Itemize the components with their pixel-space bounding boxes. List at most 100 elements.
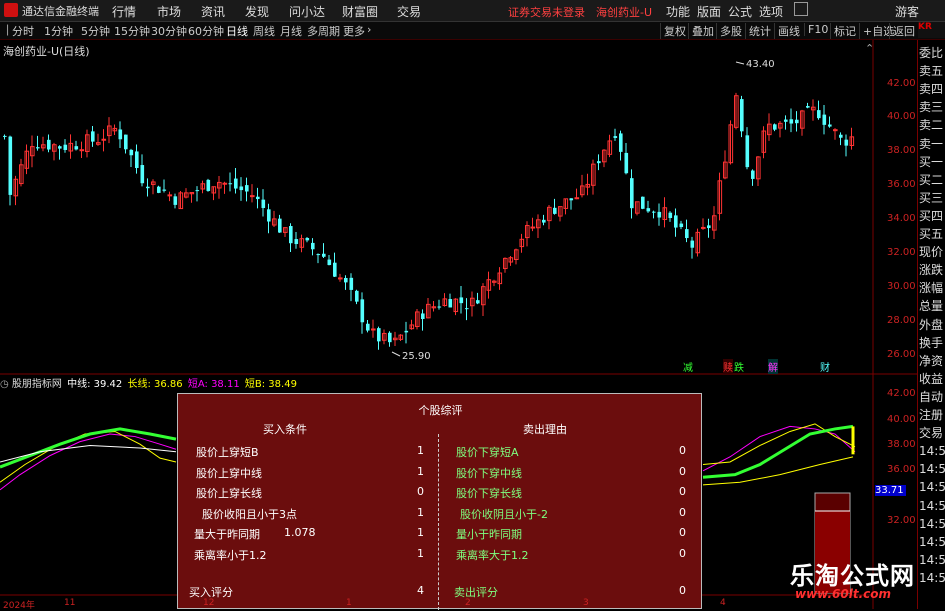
sidebar-item[interactable]: 净资 [919, 354, 943, 368]
sidebar-item[interactable]: 14:5 [919, 462, 945, 476]
btn-restore-rights[interactable]: 复权 [660, 23, 689, 39]
marker-redeem[interactable]: 赎 [723, 359, 733, 374]
sidebar-item[interactable]: 注册 [919, 408, 943, 422]
period-1min[interactable]: 1分钟 [44, 23, 73, 39]
btn-multi-stock[interactable]: 多股 [716, 23, 745, 39]
menu-news[interactable]: 资讯 [201, 3, 225, 20]
period-weekly[interactable]: 周线 [253, 23, 275, 39]
sidebar-item[interactable]: 卖五 [919, 64, 943, 78]
btn-statistics[interactable]: 统计 [745, 23, 774, 39]
indicator-chang: 长线: 36.86 [127, 379, 183, 390]
sidebar-item[interactable]: 14:5 [919, 480, 945, 494]
menu-function[interactable]: 功能 [666, 3, 690, 20]
candle-body [250, 195, 255, 198]
sidebar-item[interactable]: 外盘 [919, 318, 943, 332]
candle-body [839, 134, 843, 138]
sidebar-item[interactable]: 买二 [919, 173, 943, 187]
candle-body [206, 179, 211, 191]
sidebar-item[interactable]: 买五 [919, 227, 943, 241]
login-alert[interactable]: 证券交易未登录 [508, 4, 585, 20]
sidebar-item[interactable]: 委比 [919, 46, 943, 60]
candle-body [167, 194, 173, 197]
marker-unlock[interactable]: 解 [768, 359, 778, 374]
sidebar-item[interactable]: 14:5 [919, 535, 945, 549]
minimize-box-icon[interactable] [794, 2, 808, 16]
marker-fall[interactable]: 跌 [734, 359, 744, 374]
candle-body [740, 99, 744, 132]
sidebar-item[interactable]: 收益 [919, 372, 943, 386]
user-label[interactable]: 游客 [895, 3, 919, 20]
candle-body [305, 237, 310, 241]
panel-toggle-icon[interactable]: ❘ [3, 23, 12, 36]
sidebar-item[interactable]: 14:5 [919, 553, 945, 567]
sidebar-brand-icon: KR [918, 22, 945, 38]
menu-layout[interactable]: 版面 [697, 3, 721, 20]
period-more[interactable]: 更多 [343, 23, 365, 39]
period-5min[interactable]: 5分钟 [81, 23, 110, 39]
date-label: 11 [64, 598, 76, 608]
sidebar-item[interactable]: 现价 [919, 245, 943, 259]
indicator-name[interactable]: 股朋指标网 [12, 379, 62, 390]
date-label: 2 [465, 598, 471, 608]
sidebar-item[interactable]: 总量 [919, 299, 943, 313]
period-intraday[interactable]: 分时 [12, 23, 34, 39]
sidebar-item[interactable]: 14:5 [919, 444, 945, 458]
indicator-gear-icon[interactable]: ◷ [0, 379, 9, 390]
candle-body [789, 119, 794, 124]
sidebar-item[interactable]: 买三 [919, 191, 943, 205]
period-30min[interactable]: 30分钟 [151, 23, 187, 39]
sidebar-item[interactable]: 卖三 [919, 100, 943, 114]
candle-body [574, 197, 580, 200]
candle-body [624, 152, 629, 174]
menu-quotes[interactable]: 行情 [112, 3, 136, 20]
sidebar-item[interactable]: 卖二 [919, 118, 943, 132]
candle-body [745, 135, 750, 168]
candle-body [773, 124, 777, 130]
sidebar-item[interactable]: 卖四 [919, 82, 943, 96]
menu-options[interactable]: 选项 [759, 3, 783, 20]
candlestick-series [3, 92, 855, 350]
sidebar-item[interactable]: 涨幅 [919, 281, 943, 295]
chevron-right-icon[interactable]: › [367, 23, 371, 36]
menu-market[interactable]: 市场 [157, 3, 181, 20]
btn-overlay[interactable]: 叠加 [688, 23, 717, 39]
sidebar-item[interactable]: 自动 [919, 390, 943, 404]
sidebar-item[interactable]: 涨跌 [919, 263, 943, 277]
btn-back[interactable]: 返回 [889, 23, 918, 39]
period-daily[interactable]: 日线 [226, 23, 248, 39]
sell-header: 卖出理由 [523, 423, 567, 436]
sidebar-item[interactable]: 14:5 [919, 517, 945, 531]
period-multi[interactable]: 多周期 [307, 23, 340, 39]
period-toolbar: ❘ 分时 1分钟 5分钟 15分钟 30分钟 60分钟 日线 周线 月线 多周期… [0, 22, 945, 40]
candle-body [652, 211, 656, 213]
marker-finance[interactable]: 财 [820, 359, 830, 374]
candle-body [701, 226, 706, 229]
candle-body [344, 277, 348, 283]
sidebar-item[interactable]: 换手 [919, 336, 943, 350]
sidebar-item[interactable]: 14:5 [919, 499, 945, 513]
sidebar-item[interactable]: 交易 [919, 426, 943, 440]
menu-ask-xiaoda[interactable]: 问小达 [289, 3, 325, 20]
period-monthly[interactable]: 月线 [280, 23, 302, 39]
btn-f10[interactable]: F10 [804, 23, 831, 36]
marker-reduce[interactable]: 减 [683, 359, 693, 374]
collapse-icon[interactable]: ⌃ [865, 42, 874, 55]
candle-body [641, 196, 645, 209]
sidebar-item[interactable]: 卖一 [919, 137, 943, 151]
btn-draw-line[interactable]: 画线 [774, 23, 803, 39]
menu-formula[interactable]: 公式 [728, 3, 752, 20]
period-60min[interactable]: 60分钟 [188, 23, 224, 39]
sidebar-item[interactable]: 买四 [919, 209, 943, 223]
candle-body [289, 226, 293, 244]
candle-body [135, 151, 139, 169]
popup-divider [438, 434, 439, 610]
candle-body [377, 328, 381, 342]
menu-discover[interactable]: 发现 [245, 3, 269, 20]
btn-mark[interactable]: 标记 [830, 23, 859, 39]
period-15min[interactable]: 15分钟 [114, 23, 150, 39]
sidebar-item[interactable]: 买一 [919, 155, 943, 169]
sidebar-item[interactable]: 14:5 [919, 571, 945, 585]
candle-body [79, 149, 85, 152]
menu-wealth-circle[interactable]: 财富圈 [342, 3, 378, 20]
menu-trade[interactable]: 交易 [397, 3, 421, 20]
